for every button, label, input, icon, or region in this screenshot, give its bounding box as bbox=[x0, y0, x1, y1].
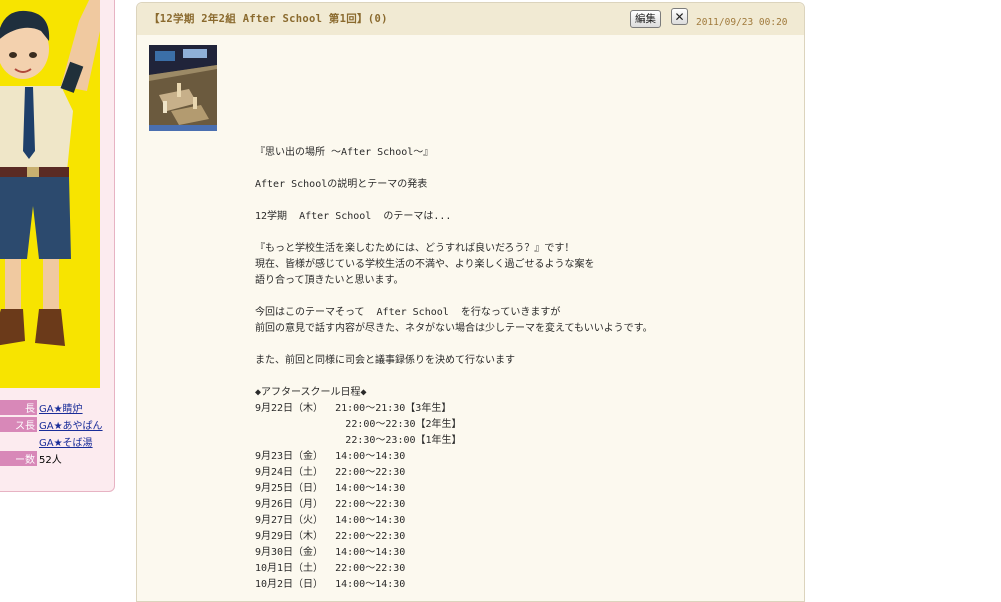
body-line: 『思い出の場所 ～After School～』 bbox=[255, 147, 434, 158]
body-line: 10月2日（日） 14:00～14:30 bbox=[255, 579, 406, 590]
body-line bbox=[255, 369, 775, 385]
info-row: 長 GA★睛炉 bbox=[0, 400, 103, 415]
body-line bbox=[255, 289, 775, 305]
avatar bbox=[0, 0, 100, 388]
info-label: ー数 bbox=[0, 451, 37, 466]
club-sidebar: 長 GA★睛炉 ス長 GA★あやぱん GA★そば湯 ー数 52人 bbox=[0, 0, 115, 492]
body-line: 9月25日（日） 14:00～14:30 bbox=[255, 483, 406, 494]
close-button[interactable]: ✕ bbox=[671, 8, 688, 25]
article-date: 2011/09/23 00:20 bbox=[696, 17, 788, 28]
body-line: 9月29日（木） 22:00～22:30 bbox=[255, 531, 406, 542]
body-line: 22:30～23:00【1年生】 bbox=[255, 435, 462, 446]
body-line: 9月24日（土） 22:00～22:30 bbox=[255, 467, 406, 478]
body-line bbox=[255, 161, 775, 177]
edit-button[interactable]: 編集 bbox=[630, 10, 661, 28]
body-line: 前回の意見で話す内容が尽きた、ネタがない場合は少しテーマを変えてもいいようです。 bbox=[255, 323, 653, 334]
body-line: 語り合って頂きたいと思います。 bbox=[255, 275, 404, 286]
body-line: 今回はこのテーマそって After School を行なっていきますが bbox=[255, 307, 561, 318]
member-link[interactable]: GA★睛炉 bbox=[39, 404, 83, 415]
body-line: ◆アフタースクール日程◆ bbox=[255, 387, 367, 398]
article-body: 『思い出の場所 ～After School～』 After Schoolの説明とテ… bbox=[255, 145, 775, 593]
info-row: GA★そば湯 bbox=[0, 434, 103, 449]
body-line bbox=[255, 225, 775, 241]
body-line: また、前回と同様に司会と議事録係りを決めて行ないます bbox=[255, 355, 515, 366]
article-title[interactable]: 【12学期 2年2組 After School 第1回】(0) bbox=[149, 11, 388, 26]
close-icon: ✕ bbox=[674, 10, 685, 24]
body-line: 9月22日（木） 21:00～21:30【3年生】 bbox=[255, 403, 452, 414]
body-line: 10月1日（土） 22:00～22:30 bbox=[255, 563, 406, 574]
body-line: 9月23日（金） 14:00～14:30 bbox=[255, 451, 406, 462]
body-line: After Schoolの説明とテーマの発表 bbox=[255, 179, 428, 190]
body-line: 『もっと学校生活を楽しむためには、どうすれば良いだろう？』です！ bbox=[255, 243, 575, 254]
info-label: ス長 bbox=[0, 417, 37, 432]
member-link[interactable]: GA★あやぱん bbox=[39, 421, 103, 432]
info-row: ス長 GA★あやぱん bbox=[0, 417, 103, 432]
body-line: 現在、皆様が感じている学校生活の不満や、より楽しく過ごせるような案を bbox=[255, 259, 595, 270]
diary-article: 【12学期 2年2組 After School 第1回】(0) 編集 ✕ 201… bbox=[136, 2, 805, 602]
body-line bbox=[255, 337, 775, 353]
info-label bbox=[0, 434, 37, 449]
avatar-illustration bbox=[0, 0, 100, 388]
member-count: 52人 bbox=[39, 455, 62, 466]
body-line: 9月30日（金） 14:00～14:30 bbox=[255, 547, 406, 558]
info-row: ー数 52人 bbox=[0, 451, 103, 466]
article-header: 【12学期 2年2組 After School 第1回】(0) 編集 ✕ 201… bbox=[137, 3, 804, 35]
classroom-screenshot-image bbox=[149, 45, 217, 131]
body-line: 9月27日（火） 14:00～14:30 bbox=[255, 515, 406, 526]
article-thumbnail[interactable] bbox=[149, 45, 217, 131]
body-line bbox=[255, 193, 775, 209]
info-label: 長 bbox=[0, 400, 37, 415]
club-info-table: 長 GA★睛炉 ス長 GA★あやぱん GA★そば湯 ー数 52人 bbox=[0, 398, 103, 468]
body-line: 22:00～22:30【2年生】 bbox=[255, 419, 462, 430]
member-link[interactable]: GA★そば湯 bbox=[39, 438, 93, 449]
body-line: 12学期 After School のテーマは... bbox=[255, 211, 452, 222]
body-line: 9月26日（月） 22:00～22:30 bbox=[255, 499, 406, 510]
